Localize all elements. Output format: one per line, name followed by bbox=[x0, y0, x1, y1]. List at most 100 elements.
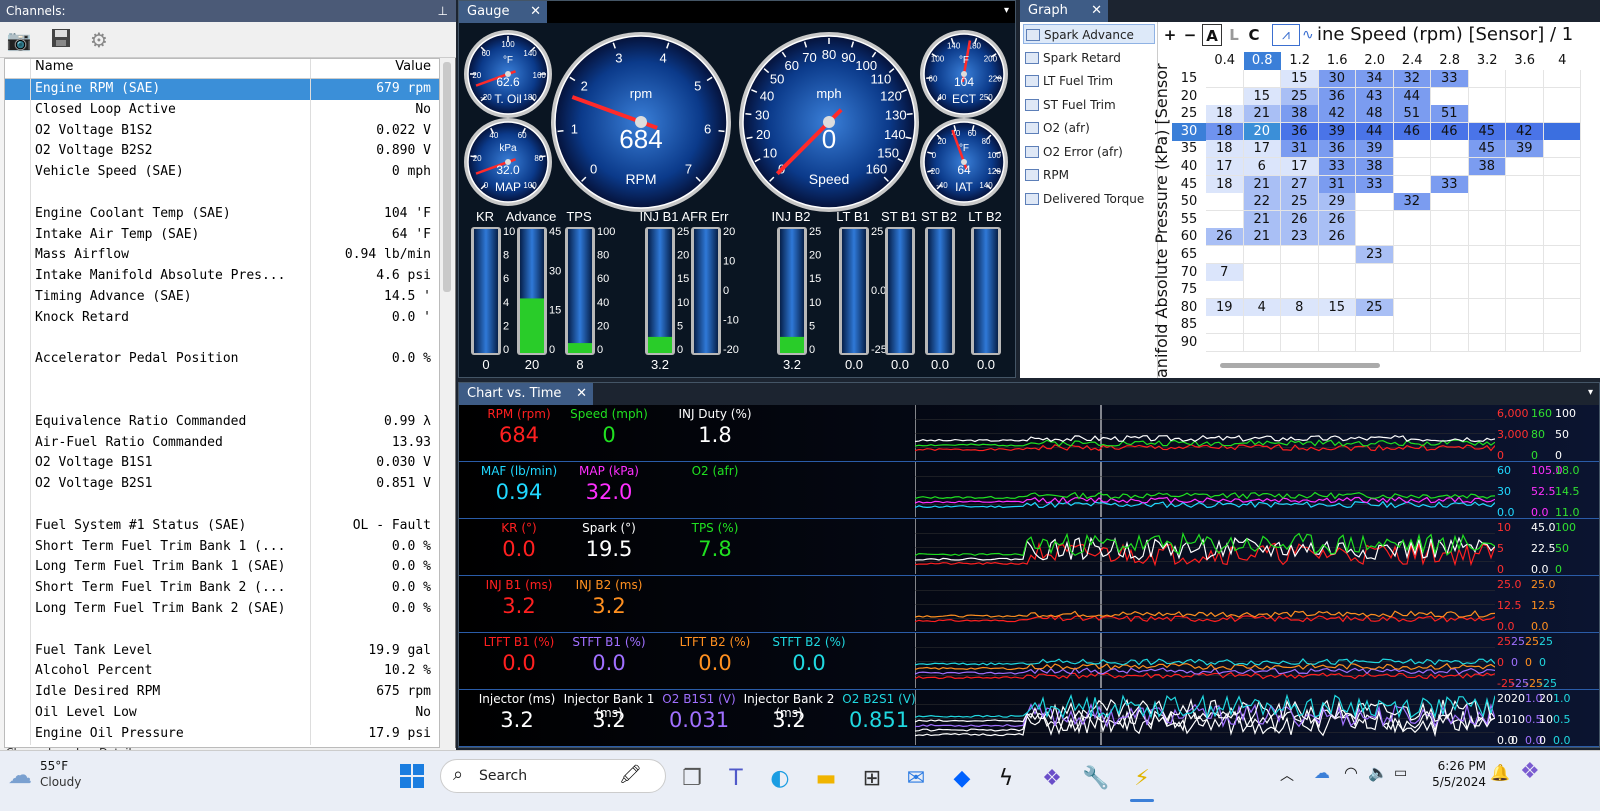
graph-tool-2[interactable]: A bbox=[1202, 24, 1222, 46]
graph-cell[interactable] bbox=[1393, 334, 1431, 352]
graph-cell[interactable]: 21 bbox=[1243, 210, 1281, 229]
graph-cell[interactable] bbox=[1393, 298, 1431, 317]
graph-cell[interactable] bbox=[1393, 316, 1431, 335]
store-icon[interactable]: ⊞ bbox=[856, 763, 888, 795]
graph-cell[interactable]: 45 bbox=[1468, 140, 1506, 159]
channel-row[interactable] bbox=[5, 370, 439, 391]
tab-chart-vs-time[interactable]: Chart vs. Time ✕ bbox=[459, 383, 593, 405]
search-box[interactable]: ⌕ Search 🖍 bbox=[440, 759, 666, 793]
graph-col-header[interactable]: 3.6 bbox=[1506, 52, 1544, 70]
graph-cell[interactable]: 26 bbox=[1281, 210, 1319, 229]
graph-col-header[interactable]: 2.8 bbox=[1431, 52, 1469, 70]
channel-row[interactable]: Fuel Tank Level 19.9 gal bbox=[5, 640, 439, 662]
graph-cell[interactable]: 25 bbox=[1281, 87, 1319, 106]
graph-tool-4[interactable]: C bbox=[1244, 24, 1264, 46]
graph-cell[interactable]: 43 bbox=[1356, 87, 1394, 106]
graph-cell[interactable] bbox=[1393, 281, 1431, 300]
mail-icon[interactable]: ✉ bbox=[900, 763, 932, 795]
channel-row[interactable] bbox=[5, 182, 439, 204]
graph-cell[interactable] bbox=[1468, 316, 1506, 335]
graph-cell[interactable] bbox=[1431, 158, 1469, 176]
graph-row-header[interactable]: 60 bbox=[1172, 228, 1206, 246]
graph-cell[interactable]: 33 bbox=[1318, 158, 1356, 176]
graph-cell[interactable] bbox=[1393, 140, 1431, 159]
graph-cell[interactable] bbox=[1543, 228, 1581, 247]
channel-row[interactable] bbox=[5, 328, 439, 350]
graph-cell[interactable]: 18 bbox=[1206, 105, 1244, 124]
graph-cell[interactable] bbox=[1543, 210, 1581, 229]
graph-cell[interactable] bbox=[1543, 281, 1581, 300]
graph-cell[interactable]: 39 bbox=[1318, 122, 1356, 141]
graph-list-item[interactable]: Spark Retard bbox=[1023, 48, 1155, 68]
graph-cell[interactable] bbox=[1506, 228, 1544, 247]
graph-cell[interactable] bbox=[1243, 246, 1281, 264]
channel-row[interactable]: Intake Air Temp (SAE) 64 'F bbox=[5, 224, 439, 246]
graph-list-item[interactable]: O2 (afr) bbox=[1023, 118, 1155, 138]
channel-row[interactable]: Vehicle Speed (SAE) 0 mph bbox=[5, 162, 439, 183]
graph-col-header[interactable]: 0.4 bbox=[1206, 52, 1244, 70]
graph-cell[interactable] bbox=[1206, 210, 1244, 229]
graph-cell[interactable] bbox=[1206, 70, 1244, 88]
graph-row-header[interactable]: 55 bbox=[1172, 211, 1206, 229]
channel-row[interactable]: Equivalence Ratio Commanded 0.99 λ bbox=[5, 411, 439, 433]
graph-col-header[interactable]: 1.2 bbox=[1281, 52, 1319, 70]
graph-cell[interactable] bbox=[1281, 263, 1319, 282]
close-icon[interactable]: ✕ bbox=[576, 383, 587, 405]
col-value-header[interactable]: Value bbox=[311, 59, 435, 78]
graph-cell[interactable] bbox=[1468, 175, 1506, 194]
graph-cell[interactable]: 48 bbox=[1356, 105, 1394, 124]
file-explorer-icon[interactable]: ▬ bbox=[810, 763, 842, 795]
graph-cell[interactable] bbox=[1543, 298, 1581, 317]
graph-cell[interactable] bbox=[1468, 70, 1506, 88]
pin-icon[interactable]: ⊥ bbox=[438, 0, 448, 22]
graph-cell[interactable]: 21 bbox=[1243, 105, 1281, 124]
graph-cell[interactable] bbox=[1281, 334, 1319, 352]
graph-row-header[interactable]: 35 bbox=[1172, 140, 1206, 158]
graph-cell[interactable] bbox=[1318, 316, 1356, 335]
teams-icon[interactable]: T bbox=[720, 763, 752, 795]
graph-row-header[interactable]: 30 bbox=[1172, 122, 1206, 141]
channel-row[interactable]: O2 Voltage B1S2 0.022 V bbox=[5, 120, 439, 142]
graph-cell[interactable]: 44 bbox=[1356, 122, 1394, 141]
clock-date[interactable]: 5/5/2024 bbox=[1424, 775, 1486, 789]
graph-cell[interactable] bbox=[1506, 298, 1544, 317]
graph-cell[interactable]: 39 bbox=[1506, 140, 1544, 159]
graph-cell[interactable]: 18 bbox=[1206, 175, 1244, 194]
channel-row[interactable]: Intake Manifold Absolute Pres... 4.6 psi bbox=[5, 266, 439, 287]
graph-tool-1[interactable]: − bbox=[1180, 24, 1200, 46]
graph-row-header[interactable]: 40 bbox=[1172, 158, 1206, 176]
clock-time[interactable]: 6:26 PM bbox=[1424, 759, 1486, 773]
graph-cell[interactable] bbox=[1468, 87, 1506, 106]
chevron-up-icon[interactable]: ︿ bbox=[1280, 765, 1294, 785]
graph-list-item[interactable]: Delivered Torque bbox=[1023, 189, 1155, 209]
close-icon[interactable]: ✕ bbox=[530, 1, 541, 23]
graph-cell[interactable]: 32 bbox=[1393, 70, 1431, 88]
graph-cell[interactable]: 6 bbox=[1243, 158, 1281, 176]
graph-cell[interactable] bbox=[1506, 210, 1544, 229]
graph-cell[interactable]: 26 bbox=[1318, 228, 1356, 247]
graph-cell[interactable]: 4 bbox=[1243, 298, 1281, 317]
graph-cell[interactable] bbox=[1431, 263, 1469, 282]
graph-cell[interactable]: 17 bbox=[1281, 158, 1319, 176]
graph-cell[interactable] bbox=[1468, 281, 1506, 300]
graph-row-header[interactable]: 45 bbox=[1172, 176, 1206, 194]
scroll-thumb[interactable] bbox=[443, 62, 451, 292]
graph-list-item[interactable]: O2 Error (afr) bbox=[1023, 142, 1155, 162]
graph-list-item[interactable]: RPM bbox=[1023, 165, 1155, 185]
graph-cell[interactable] bbox=[1468, 298, 1506, 317]
graph-cell[interactable] bbox=[1356, 281, 1394, 300]
dropbox-icon[interactable]: ◆ bbox=[946, 763, 978, 795]
channel-row[interactable]: Engine RPM (SAE) 679 rpm bbox=[5, 79, 439, 100]
channel-row[interactable]: Knock Retard 0.0 ' bbox=[5, 307, 439, 329]
graph-cell[interactable] bbox=[1506, 281, 1544, 300]
graph-cell[interactable] bbox=[1243, 281, 1281, 300]
graph-cell[interactable]: 17 bbox=[1206, 158, 1244, 176]
graph-cell[interactable] bbox=[1468, 263, 1506, 282]
graph-cell[interactable]: 15 bbox=[1318, 298, 1356, 317]
graph-cell[interactable] bbox=[1243, 263, 1281, 282]
graph-cell[interactable]: 38 bbox=[1281, 105, 1319, 124]
graph-cell[interactable]: 31 bbox=[1281, 140, 1319, 159]
chevron-down-icon[interactable]: ▾ bbox=[1004, 5, 1009, 16]
graph-cell[interactable]: 36 bbox=[1318, 87, 1356, 106]
graph-cell[interactable]: 25 bbox=[1356, 298, 1394, 317]
